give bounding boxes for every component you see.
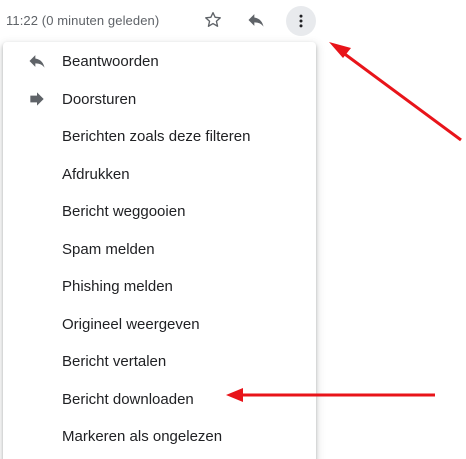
menu-item-report-phishing[interactable]: Phishing melden: [3, 267, 316, 305]
menu-item-label: Bericht downloaden: [62, 390, 194, 408]
reply-icon[interactable]: [244, 8, 268, 32]
menu-item-label: Bericht vertalen: [62, 352, 167, 370]
reply-icon: [27, 51, 47, 71]
menu-item-reply[interactable]: Beantwoorden: [3, 42, 316, 80]
menu-item-show-original[interactable]: Origineel weergeven: [3, 305, 316, 343]
menu-item-label: Origineel weergeven: [62, 315, 200, 333]
menu-item-label: Phishing melden: [62, 277, 173, 295]
forward-icon: [27, 89, 47, 109]
menu-item-label: Markeren als ongelezen: [62, 427, 223, 445]
more-options-menu: Beantwoorden Doorsturen Berichten zoals …: [3, 42, 316, 459]
screenshot-stage: 11:22 (0 minuten geleden) Beantwoorden D…: [0, 0, 466, 459]
menu-item-mark-unread[interactable]: Markeren als ongelezen: [3, 417, 316, 455]
more-vert-icon: [292, 12, 310, 30]
menu-item-label: Berichten zoals deze filteren: [62, 127, 251, 145]
more-options-button[interactable]: [286, 6, 316, 36]
menu-item-label: Bericht weggooien: [62, 202, 186, 220]
menu-item-translate[interactable]: Bericht vertalen: [3, 342, 316, 380]
menu-item-label: Doorsturen: [62, 90, 137, 108]
menu-item-label: Spam melden: [62, 240, 155, 258]
menu-item-delete[interactable]: Bericht weggooien: [3, 192, 316, 230]
menu-item-label: Beantwoorden: [62, 52, 159, 70]
menu-item-filter-similar[interactable]: Berichten zoals deze filteren: [3, 117, 316, 155]
message-timestamp: 11:22 (0 minuten geleden): [6, 13, 160, 28]
menu-item-download-message[interactable]: Bericht downloaden: [3, 380, 316, 418]
menu-item-forward[interactable]: Doorsturen: [3, 80, 316, 118]
arrow-to-more-button: [329, 42, 462, 142]
menu-item-label: Afdrukken: [62, 165, 130, 183]
star-outline-icon[interactable]: [201, 8, 225, 32]
menu-item-print[interactable]: Afdrukken: [3, 155, 316, 193]
menu-item-report-spam[interactable]: Spam melden: [3, 230, 316, 268]
